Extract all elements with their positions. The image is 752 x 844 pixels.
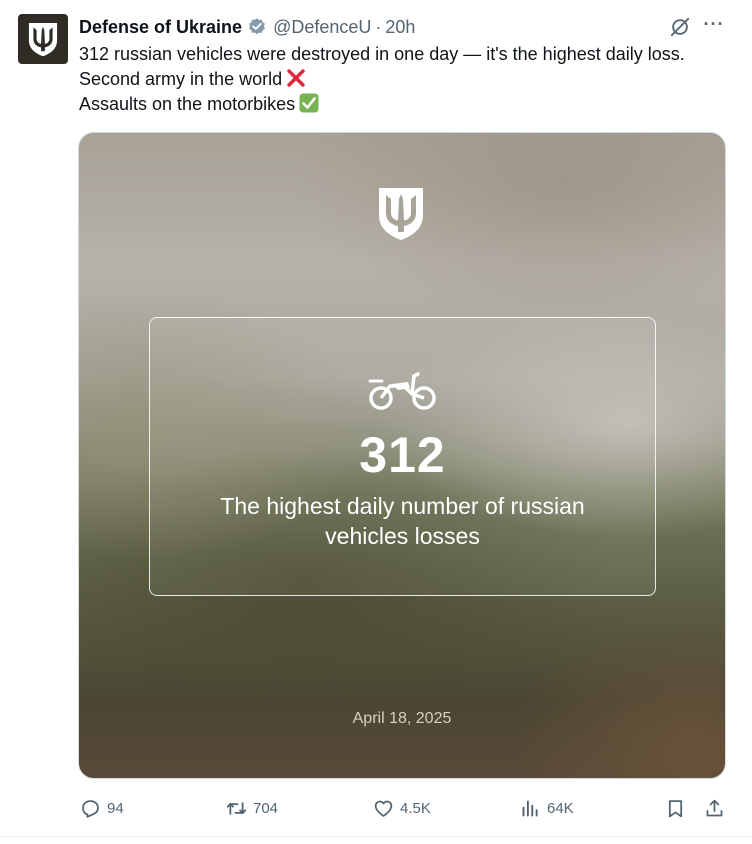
verified-badge-icon[interactable] <box>247 17 267 37</box>
tweet-text-line: Assaults on the motorbikes <box>79 92 685 117</box>
trident-shield-icon <box>379 188 423 240</box>
tweet-text-line: Second army in the world <box>79 67 685 92</box>
more-options-icon[interactable]: ··· <box>702 14 726 38</box>
stat-caption: The highest daily number of russian vehi… <box>220 493 585 549</box>
tweet-divider <box>0 836 752 837</box>
cross-mark-emoji-icon <box>287 69 305 87</box>
repost-button[interactable]: 704 <box>226 794 278 822</box>
share-icon <box>706 799 723 816</box>
tweet-text: 312 russian vehicles were destroyed in o… <box>79 42 685 117</box>
repost-count: 704 <box>253 799 279 817</box>
author-handle[interactable]: @DefenceU <box>273 17 371 38</box>
bookmark-icon <box>668 799 683 817</box>
grok-icon[interactable] <box>669 16 691 38</box>
trident-shield-icon <box>28 23 58 57</box>
action-bar: 94 704 4.5K 64K <box>0 794 752 822</box>
reply-icon <box>82 799 99 818</box>
bookmark-button[interactable] <box>665 794 686 822</box>
views-button[interactable]: 64K <box>520 794 574 822</box>
like-button[interactable]: 4.5K <box>373 794 431 822</box>
share-button[interactable] <box>704 794 725 822</box>
views-count: 64K <box>547 799 574 817</box>
separator-dot: · <box>375 16 382 37</box>
check-mark-emoji-icon <box>299 93 319 113</box>
motorcycle-icon <box>368 372 436 410</box>
author-name[interactable]: Defense of Ukraine <box>79 17 242 38</box>
tweet-text-line: 312 russian vehicles were destroyed in o… <box>79 44 685 64</box>
reply-button[interactable]: 94 <box>80 794 124 822</box>
heart-icon <box>374 800 393 817</box>
analytics-icon <box>522 800 538 816</box>
like-count: 4.5K <box>400 799 431 817</box>
tweet-media-image[interactable]: 312 The highest daily number of russian … <box>78 132 726 779</box>
avatar[interactable] <box>18 14 68 64</box>
stat-card: 312 The highest daily number of russian … <box>149 317 656 596</box>
stat-number: 312 <box>359 427 446 483</box>
image-date: April 18, 2025 <box>352 710 452 727</box>
reply-count: 94 <box>107 799 124 817</box>
tweet-time[interactable]: 20h <box>385 17 415 38</box>
tweet[interactable]: Defense of Ukraine @DefenceU · 20h ··· 3… <box>0 0 752 844</box>
repost-icon <box>226 801 247 815</box>
tweet-header: Defense of Ukraine @DefenceU · 20h <box>79 15 415 39</box>
